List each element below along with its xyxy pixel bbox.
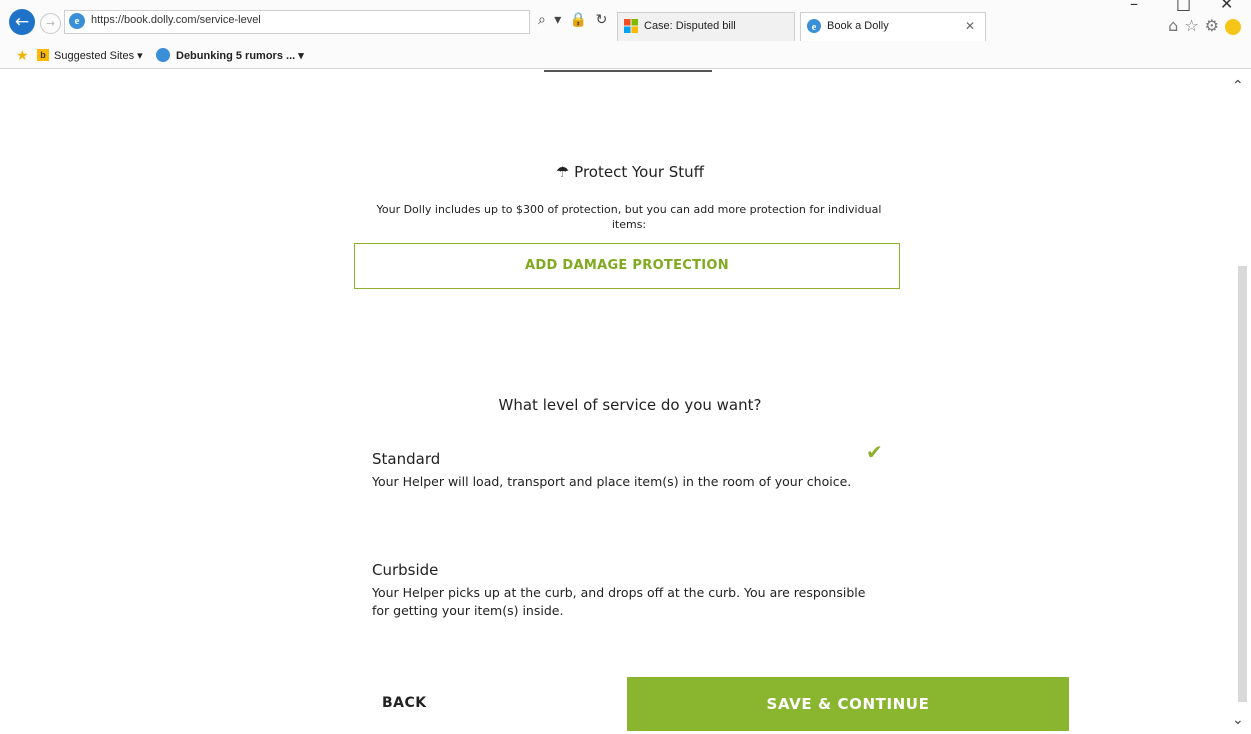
scroll-up-icon[interactable]: ⌃ [1232,78,1244,94]
tab-label: Book a Dolly [827,20,889,32]
selected-check-icon: ✔ [866,440,883,464]
option-title: Standard [372,450,441,468]
protect-section-title: ☂ Protect Your Stuff [555,163,705,181]
home-icon[interactable]: ⌂ [1168,16,1184,35]
bing-icon: b [37,49,49,61]
address-bar[interactable]: e https://book.dolly.com/service-level [64,10,530,34]
minimize-icon[interactable]: – [1130,0,1138,13]
ie-page-icon: e [69,13,85,29]
option-description: Your Helper will load, transport and pla… [372,474,852,489]
option-description: Your Helper picks up at the curb, and dr… [372,585,866,618]
address-tools[interactable]: ⌕ ▾ 🔒 ↻ [538,12,609,28]
gear-icon[interactable]: ⚙ [1205,16,1225,35]
favorites-icon[interactable]: ★ [16,47,29,64]
browser-toolbar-icons: ⌂☆⚙ [1168,16,1241,35]
favorites-star-icon[interactable]: ☆ [1184,16,1204,35]
ie-favorite-icon [156,48,170,62]
suggested-sites-link[interactable]: Suggested Sites ▾ [54,49,143,62]
close-window-icon[interactable]: ✕ [1220,0,1233,13]
tab-book-a-dolly[interactable]: e Book a Dolly ✕ [800,12,986,41]
browser-forward-icon[interactable]: → [40,13,61,34]
service-level-question: What level of service do you want? [498,396,762,414]
scroll-thumb[interactable] [1238,266,1247,702]
browser-chrome: ← → e https://book.dolly.com/service-lev… [0,0,1251,69]
add-damage-protection-button[interactable]: ADD DAMAGE PROTECTION [354,243,900,289]
restore-icon[interactable]: □ [1176,0,1191,13]
section-divider [544,70,712,72]
address-url[interactable]: https://book.dolly.com/service-level [91,14,261,26]
scroll-down-icon[interactable]: ⌄ [1232,712,1244,728]
option-title: Curbside [372,561,439,579]
page-scrollbar[interactable]: ⌃ ⌄ [1227,70,1251,734]
tab-case-disputed-bill[interactable]: Case: Disputed bill [617,12,795,41]
browser-back-icon[interactable]: ← [9,9,35,35]
microsoft-logo-icon [624,19,638,33]
save-continue-button[interactable]: SAVE & CONTINUE [627,677,1069,731]
svg-text:e: e [812,22,817,33]
back-button[interactable]: BACK [382,695,427,711]
protect-description: Your Dolly includes up to $300 of protec… [376,203,882,231]
tab-label: Case: Disputed bill [644,20,736,32]
debunking-rumors-link[interactable]: Debunking 5 rumors ... ▾ [176,49,304,62]
favorites-bar: ★ b Suggested Sites ▾ Debunking 5 rumors… [0,44,1251,66]
tab-close-icon[interactable]: ✕ [965,19,975,33]
ie-tab-icon: e [807,19,821,33]
feedback-smiley-icon[interactable] [1225,18,1241,35]
